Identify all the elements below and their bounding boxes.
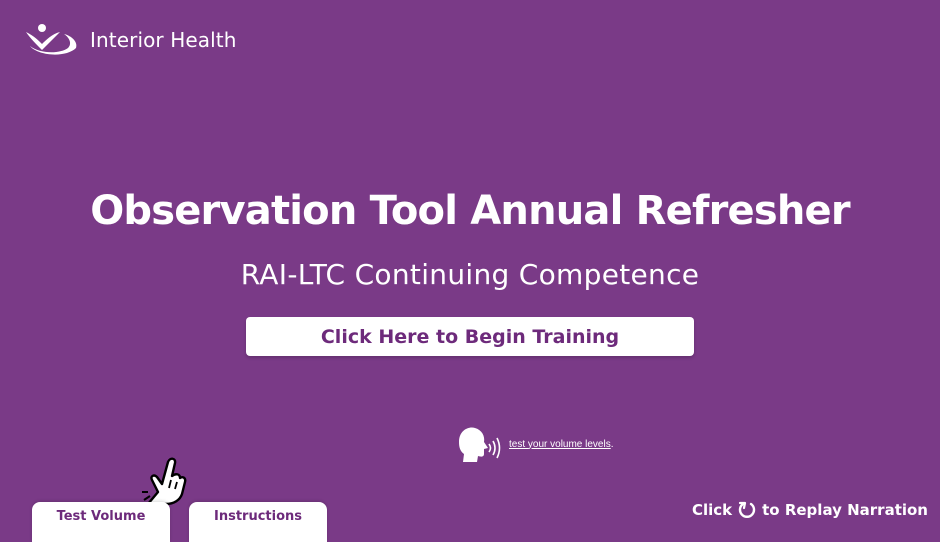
- volume-hint-period: .: [610, 438, 614, 450]
- hand-pointer-icon: [142, 457, 187, 510]
- replay-suffix: to Replay Narration: [762, 501, 928, 519]
- interior-health-logo: [26, 24, 77, 55]
- replay-narration[interactable]: Click to Replay Narration: [692, 501, 928, 519]
- page-title: Observation Tool Annual Refresher: [90, 188, 850, 234]
- test-volume-button[interactable]: Test Volume: [32, 502, 170, 542]
- page-subtitle: RAI-LTC Continuing Competence: [240, 258, 700, 291]
- replay-prefix: Click: [691, 501, 733, 519]
- instructions-button[interactable]: Instructions: [189, 502, 327, 542]
- brand-logo: Interior Health: [24, 22, 237, 58]
- speaking-head-icon: [459, 427, 501, 462]
- test-volume-link[interactable]: test your volume levels: [509, 439, 611, 450]
- replay-icon[interactable]: [738, 501, 756, 519]
- begin-training-button[interactable]: Click Here to Begin Training: [246, 317, 694, 356]
- volume-hint: test your volume levels.: [455, 424, 614, 464]
- brand-name: Interior Health: [90, 28, 237, 52]
